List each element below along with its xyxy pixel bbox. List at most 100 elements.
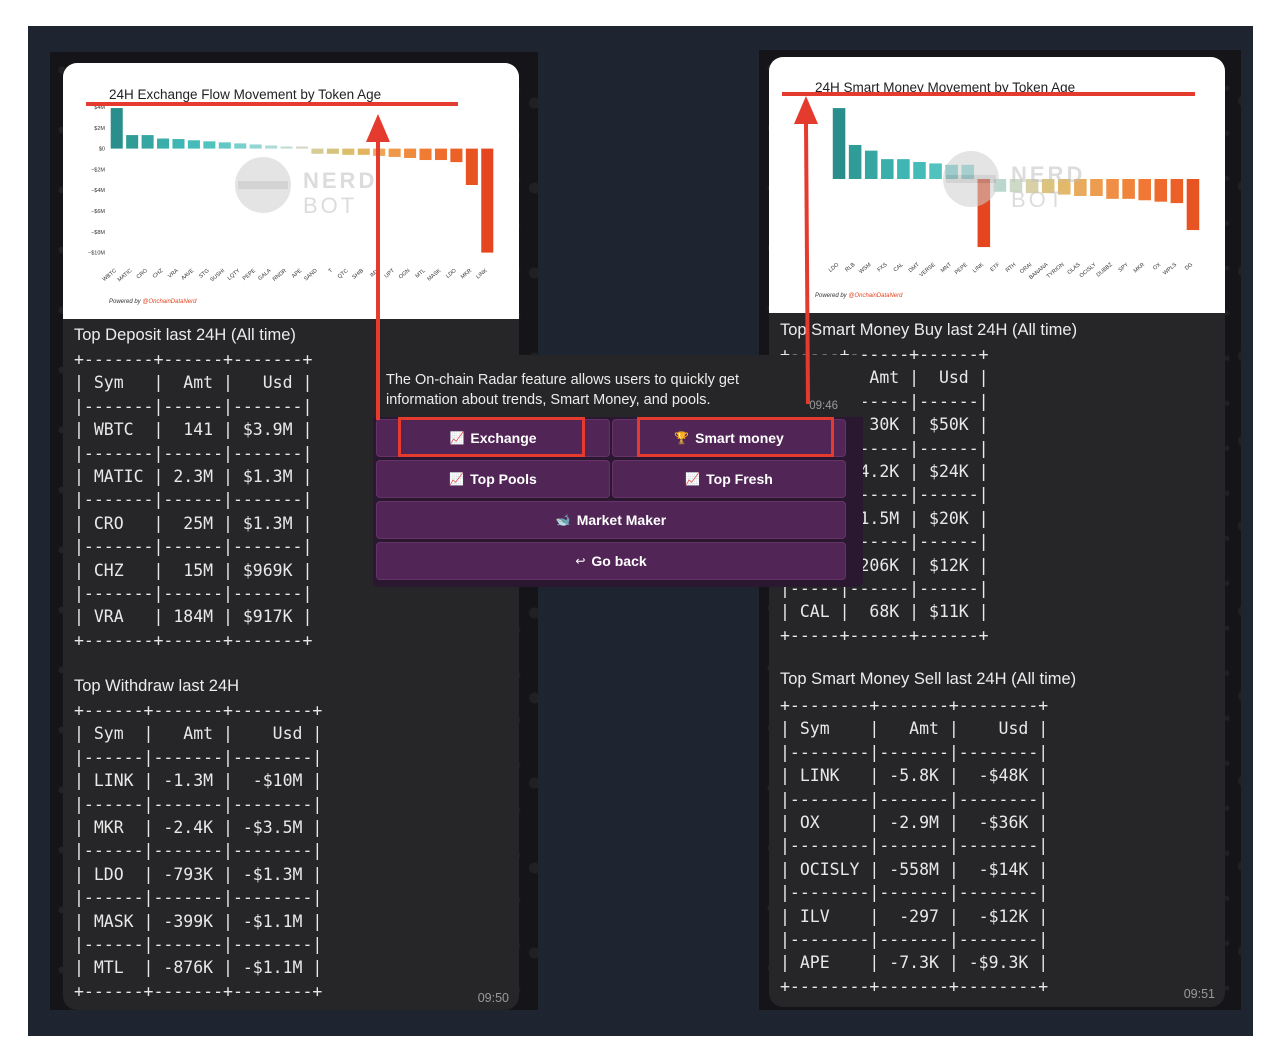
chart-bar-ldo [832, 108, 846, 179]
top-fresh-button[interactable]: 📈 Top Fresh [612, 460, 846, 498]
chart-bar-spy [1122, 179, 1135, 199]
chart-bar-wpls [1170, 179, 1184, 204]
chart-bar-imx [373, 148, 386, 156]
chart-bar-wbtc [110, 108, 123, 149]
chart-bar-wsm [864, 150, 878, 179]
x-tick-label: LINK [972, 262, 985, 275]
chart-bar-rndr [280, 146, 293, 149]
x-tick-label: SPY [1118, 262, 1131, 274]
x-tick-label: LDO [828, 261, 841, 273]
x-tick-label: ETF [989, 262, 1001, 274]
x-tick-label: PEPE [954, 262, 969, 276]
chart-bar-mkr [1138, 179, 1151, 201]
x-tick-label: GALA [257, 268, 272, 282]
chart-bar-mtl [419, 148, 432, 161]
on-chain-radar-menu: The On-chain Radar feature allows users … [373, 355, 863, 587]
chart-bar-mkr [465, 148, 478, 185]
nerd-bot-glasses-icon [946, 175, 996, 183]
x-tick-label: SUSHI [209, 268, 226, 284]
x-tick-label: UPT [384, 268, 397, 280]
top-pools-button[interactable]: 📈 Top Pools [376, 460, 610, 498]
x-tick-label: DUBBZ [1096, 262, 1115, 279]
chart-bar-fxs [881, 159, 894, 179]
chart-credit: Powered by @OnchainDataNerd [109, 299, 197, 305]
x-tick-label: RNDR [272, 268, 288, 283]
x-tick-label: IMX [369, 268, 381, 279]
x-tick-label: LINK [475, 268, 488, 281]
go-back-button[interactable]: ↩ Go back [376, 542, 846, 580]
message-time: 09:51 [1183, 987, 1215, 1001]
market-maker-button[interactable]: 🐋 Market Maker [376, 501, 846, 539]
x-tick-label: WPLS [1162, 262, 1178, 277]
chart-bar-aave [187, 140, 200, 149]
chart-bar-stg [203, 141, 216, 149]
x-tick-label: APE [291, 268, 304, 280]
chart-bar-qtc [342, 148, 355, 155]
exchange-label: Exchange [470, 430, 537, 446]
chart-title: 24H Smart Money Movement by Token Age [815, 80, 1075, 95]
x-tick-label: VERSE [919, 262, 937, 279]
watermark-top: NERD [1011, 162, 1085, 187]
chart-bar-verse [929, 163, 942, 179]
x-tick-label: OGN [398, 268, 411, 281]
chart-increasing-icon: 📈 [449, 431, 465, 445]
chart-bar-rlb [848, 144, 862, 179]
watermark-bottom: BOT [303, 193, 357, 218]
y-tick-label: $2M [94, 126, 105, 132]
x-tick-label: CHZ [152, 268, 165, 280]
chart-bar-ape [295, 146, 309, 149]
x-tick-label: AAVE [180, 268, 195, 282]
x-tick-label: SHIB [351, 268, 365, 281]
y-tick-label: $0 [99, 147, 105, 153]
smart-money-button[interactable]: 🏆 Smart money [612, 419, 846, 457]
y-tick-label: −$4M [91, 188, 105, 194]
return-arrow-icon: ↩ [575, 554, 586, 568]
smart-money-chart-card: 24H Smart Money Movement by Token Age LD… [769, 57, 1225, 313]
message-time: 09:50 [477, 991, 509, 1005]
exchange-flow-chart: 24H Exchange Flow Movement by Token Age … [88, 87, 494, 305]
chart-bar-upt [388, 148, 401, 157]
exchange-button[interactable]: 📈 Exchange [376, 419, 610, 457]
top-fresh-label: Top Fresh [706, 471, 773, 487]
chart-bar-sand [311, 148, 324, 154]
chart-bar-chz [157, 138, 170, 149]
x-tick-label: VRA [167, 268, 180, 280]
chart-credit: Powered by @OnchainDataNerd [815, 293, 903, 299]
chart-bar-gala [265, 145, 278, 149]
market-maker-label: Market Maker [576, 512, 667, 528]
chart-bar-lqty [234, 143, 247, 149]
x-tick-label: WBTC [102, 268, 118, 283]
chart-bar-ox [1154, 179, 1168, 202]
chart-bar-sushi [218, 142, 231, 149]
chart-bar-mask [434, 148, 447, 161]
chart-bar-vra [172, 139, 185, 149]
chart-increasing-icon: 📈 [449, 472, 465, 486]
x-tick-label: MNT [940, 262, 953, 275]
nerd-bot-glasses-icon [238, 181, 288, 189]
x-tick-label: OCISLY [1079, 262, 1098, 280]
x-tick-label: TYRION [1046, 262, 1066, 280]
x-tick-label: PEPE [242, 268, 257, 282]
x-tick-label: DG [1184, 262, 1194, 272]
chart-increasing-icon: 📈 [685, 472, 701, 486]
deposit-table: +-------+------+-------+ | Sym | Amt | U… [74, 350, 313, 650]
chart-bar-shib [357, 148, 370, 155]
go-back-label: Go back [591, 553, 647, 569]
exchange-flow-chart-card: 24H Exchange Flow Movement by Token Age … [63, 63, 519, 319]
chart-bar-ocisly [1090, 179, 1103, 197]
y-tick-label: $4M [94, 105, 105, 111]
message-time: 09:46 [809, 400, 838, 412]
x-tick-label: SAND [303, 268, 319, 282]
chart-title: 24H Exchange Flow Movement by Token Age [109, 87, 381, 102]
trophy-icon: 🏆 [674, 431, 690, 445]
y-tick-label: −$10M [88, 251, 105, 257]
x-tick-label: LDO [445, 267, 458, 279]
x-tick-label: WSM [858, 262, 872, 276]
chart-bar-cro [141, 135, 154, 149]
radar-description: The On-chain Radar feature allows users … [386, 372, 740, 408]
x-tick-label: CRO [136, 267, 150, 280]
smart-money-label: Smart money [695, 430, 784, 446]
chart-bar-dubbz [1106, 179, 1119, 199]
y-tick-label: −$8M [91, 230, 105, 236]
smart-buy-title: Top Smart Money Buy last 24H (All time) [780, 321, 1078, 339]
